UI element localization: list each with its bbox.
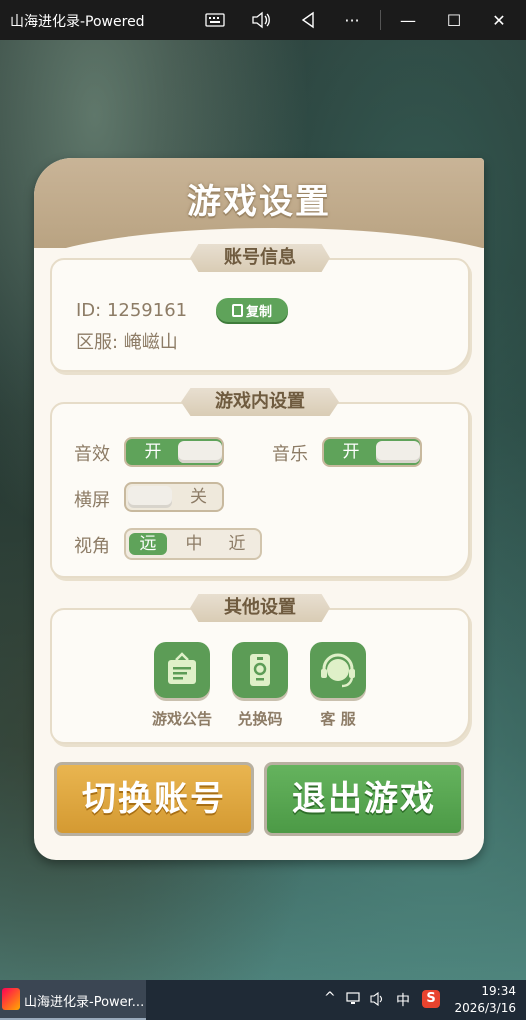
- clock[interactable]: 19:34 2026/3/16: [454, 983, 516, 1017]
- close-button[interactable]: ✕: [487, 8, 511, 32]
- keyboard-icon[interactable]: [203, 8, 227, 32]
- view-selector[interactable]: 远 中 近: [124, 528, 262, 560]
- view-option-near[interactable]: 近: [218, 533, 256, 555]
- window-title: 山海进化录-Powered: [10, 14, 145, 30]
- music-state: 开: [326, 441, 376, 463]
- copy-label: 复制: [245, 304, 272, 320]
- notice-label: 游戏公告: [151, 710, 212, 728]
- minimize-button[interactable]: —: [396, 8, 420, 32]
- ingame-settings-label: 游戏内设置: [181, 388, 339, 416]
- sfx-toggle[interactable]: 开: [124, 437, 224, 467]
- ime-indicator[interactable]: 中: [396, 990, 410, 1010]
- account-id: ID: 1259161: [76, 300, 188, 321]
- sfx-label: 音效: [74, 444, 110, 465]
- speaker-icon[interactable]: [249, 8, 273, 32]
- taskbar-app-button[interactable]: 山海进化录-Power...: [0, 980, 146, 1020]
- taskbar: 山海进化录-Power... ^ 中 S 19:34 2026/3/16: [0, 980, 526, 1020]
- account-info-label: 账号信息: [190, 244, 330, 272]
- app-icon: [2, 988, 20, 1010]
- music-label: 音乐: [272, 444, 308, 465]
- music-toggle[interactable]: 开: [322, 437, 422, 467]
- back-triangle-icon[interactable]: [296, 8, 320, 32]
- view-option-mid[interactable]: 中: [175, 533, 213, 555]
- other-settings-section: 其他设置 游戏公告 兑换码 客 服: [50, 594, 470, 744]
- settings-panel: 游戏设置 账号信息 ID: 1259161 复制 区服: 崦嵫山 游戏内设置 音…: [34, 158, 484, 860]
- account-info-section: 账号信息 ID: 1259161 复制 区服: 崦嵫山: [50, 244, 470, 372]
- more-button[interactable]: ···: [340, 8, 364, 32]
- server-info: 区服: 崦嵫山: [76, 332, 178, 353]
- volume-icon[interactable]: [370, 991, 386, 1010]
- tray-chevron-icon[interactable]: ^: [324, 990, 336, 1006]
- view-label: 视角: [74, 536, 110, 557]
- headset-icon[interactable]: [310, 642, 366, 698]
- maximize-button[interactable]: ☐: [442, 8, 466, 32]
- redeem-label: 兑换码: [237, 710, 283, 728]
- landscape-state: 关: [190, 487, 207, 507]
- copy-icon: [231, 303, 243, 317]
- taskbar-app-label: 山海进化录-Power...: [24, 995, 144, 1010]
- sfx-knob: [178, 441, 222, 463]
- sfx-state: 开: [128, 441, 178, 463]
- notice-board-icon[interactable]: [154, 642, 210, 698]
- clock-date: 2026/3/16: [454, 1001, 516, 1015]
- exit-game-button[interactable]: 退出游戏: [264, 762, 464, 836]
- network-icon[interactable]: [346, 992, 362, 1010]
- landscape-knob: [128, 486, 172, 508]
- panel-title: 游戏设置: [187, 182, 331, 222]
- view-option-far[interactable]: 远: [129, 533, 167, 555]
- landscape-label: 横屏: [74, 490, 110, 511]
- landscape-toggle[interactable]: 关: [124, 482, 224, 512]
- customer-service-label: 客 服: [320, 710, 356, 728]
- clock-time: 19:34: [481, 984, 516, 998]
- copy-button[interactable]: 复制: [216, 298, 288, 322]
- other-settings-label: 其他设置: [190, 594, 330, 622]
- titlebar-divider: [380, 10, 381, 30]
- music-knob: [376, 441, 420, 463]
- window-titlebar: 山海进化录-Powered ··· — ☐ ✕: [0, 0, 526, 40]
- redeem-code-icon[interactable]: [232, 642, 288, 698]
- ingame-settings-section: 游戏内设置 音效 开 音乐 开 横屏 关 视角 远 中 近: [50, 388, 470, 578]
- switch-account-button[interactable]: 切换账号: [54, 762, 254, 836]
- sogou-input-icon[interactable]: S: [422, 990, 440, 1008]
